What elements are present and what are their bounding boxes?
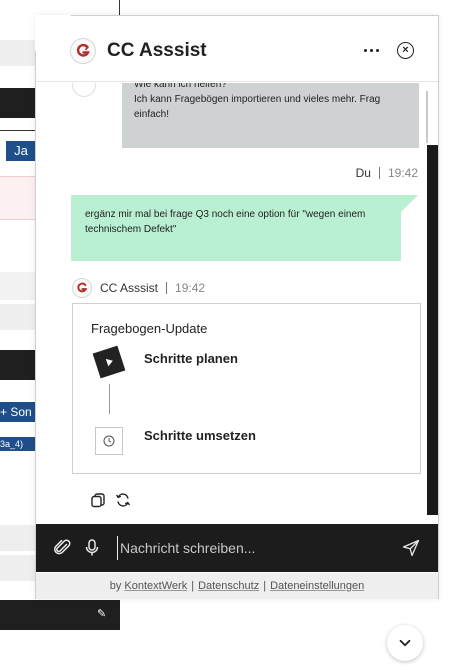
privacy-link[interactable]: Datenschutz (198, 580, 259, 592)
background-row (0, 525, 35, 551)
close-button[interactable]: × (397, 42, 414, 59)
background-row (0, 272, 35, 300)
assistant-message-bubble: Wie kann ich helfen? Ich kann Fragebögen… (122, 83, 419, 148)
message-list: Wie kann ich helfen? Ich kann Fragebögen… (36, 83, 438, 523)
meta-divider (166, 282, 168, 294)
message-input[interactable] (117, 536, 397, 560)
meta-divider (378, 167, 380, 179)
bubble-tail (400, 195, 418, 213)
footer-by: by (109, 580, 122, 592)
pencil-icon[interactable]: ✎ (97, 607, 111, 621)
background-tag-small: 3a_4) (0, 437, 35, 451)
assistant-name: CC Asssist (100, 281, 159, 295)
assistant-logo-icon (72, 278, 92, 298)
more-horizontal-icon (375, 48, 379, 52)
background-row-dark (0, 350, 35, 380)
more-horizontal-icon (369, 48, 373, 52)
chevron-down-icon (399, 639, 411, 647)
footer-separator: | (191, 580, 195, 592)
assistant-logo-icon (70, 38, 96, 64)
chat-header: CC Asssist × (36, 16, 438, 82)
user-message-bubble: ergänz mir mal bei frage Q3 noch eine op… (71, 195, 401, 261)
background-tag-ja: Ja (6, 141, 36, 161)
card-title: Fragebogen-Update (91, 321, 208, 336)
play-icon (92, 345, 126, 379)
assistant-message-meta: CC Asssist 19:42 (72, 277, 205, 299)
chat-footer: by KontextWerk | Datenschutz | Dateneinstell… (36, 573, 438, 599)
step-label-plan: Schritte planen (144, 351, 238, 366)
chat-window: CC Asssist × Wie kann ich helfen? Ich ka… (35, 15, 439, 599)
microphone-icon[interactable] (84, 538, 100, 558)
user-name: Du (355, 166, 371, 180)
message-time: 19:42 (387, 166, 418, 180)
background-divider (0, 130, 35, 131)
more-horizontal-icon (363, 48, 367, 52)
background-row-dark (0, 88, 35, 118)
background-row (0, 555, 35, 581)
background-row (0, 304, 35, 330)
update-card: Fragebogen-Update Schritte planen Schrit… (72, 303, 421, 474)
paperclip-icon[interactable] (54, 539, 72, 557)
background-row-error (0, 176, 35, 220)
copy-icon[interactable] (90, 492, 106, 508)
screen: Ja + Son 3a_4) ✎ CC Asssist × Wie kann i… (0, 0, 450, 670)
more-options-button[interactable] (361, 40, 381, 60)
background-tag-son: + Son (0, 402, 35, 422)
footer-separator: | (263, 580, 267, 592)
step-label-execute: Schritte umsetzen (144, 428, 256, 443)
step-connector (109, 384, 110, 414)
chat-title: CC Asssist (107, 40, 207, 61)
scrollbar-track[interactable] (426, 91, 428, 143)
message-composer (36, 524, 438, 572)
scroll-down-button[interactable] (387, 625, 423, 661)
data-settings-link[interactable]: Dateneinstellungen (270, 580, 364, 592)
message-text: Wie kann ich helfen? (134, 83, 227, 90)
message-text: Ich kann Fragebögen importieren und viel… (134, 94, 381, 120)
clock-icon (95, 427, 123, 455)
message-text: ergänz mir mal bei frage Q3 noch eine op… (85, 209, 366, 235)
assistant-avatar (72, 83, 96, 97)
scrollbar-thumb[interactable] (427, 145, 438, 515)
refresh-icon[interactable] (115, 492, 131, 508)
send-icon[interactable] (402, 539, 420, 557)
brand-link[interactable]: KontextWerk (124, 580, 187, 592)
message-time: 19:42 (175, 281, 206, 295)
user-message-meta: Du 19:42 (356, 166, 418, 180)
background-row (0, 40, 35, 66)
